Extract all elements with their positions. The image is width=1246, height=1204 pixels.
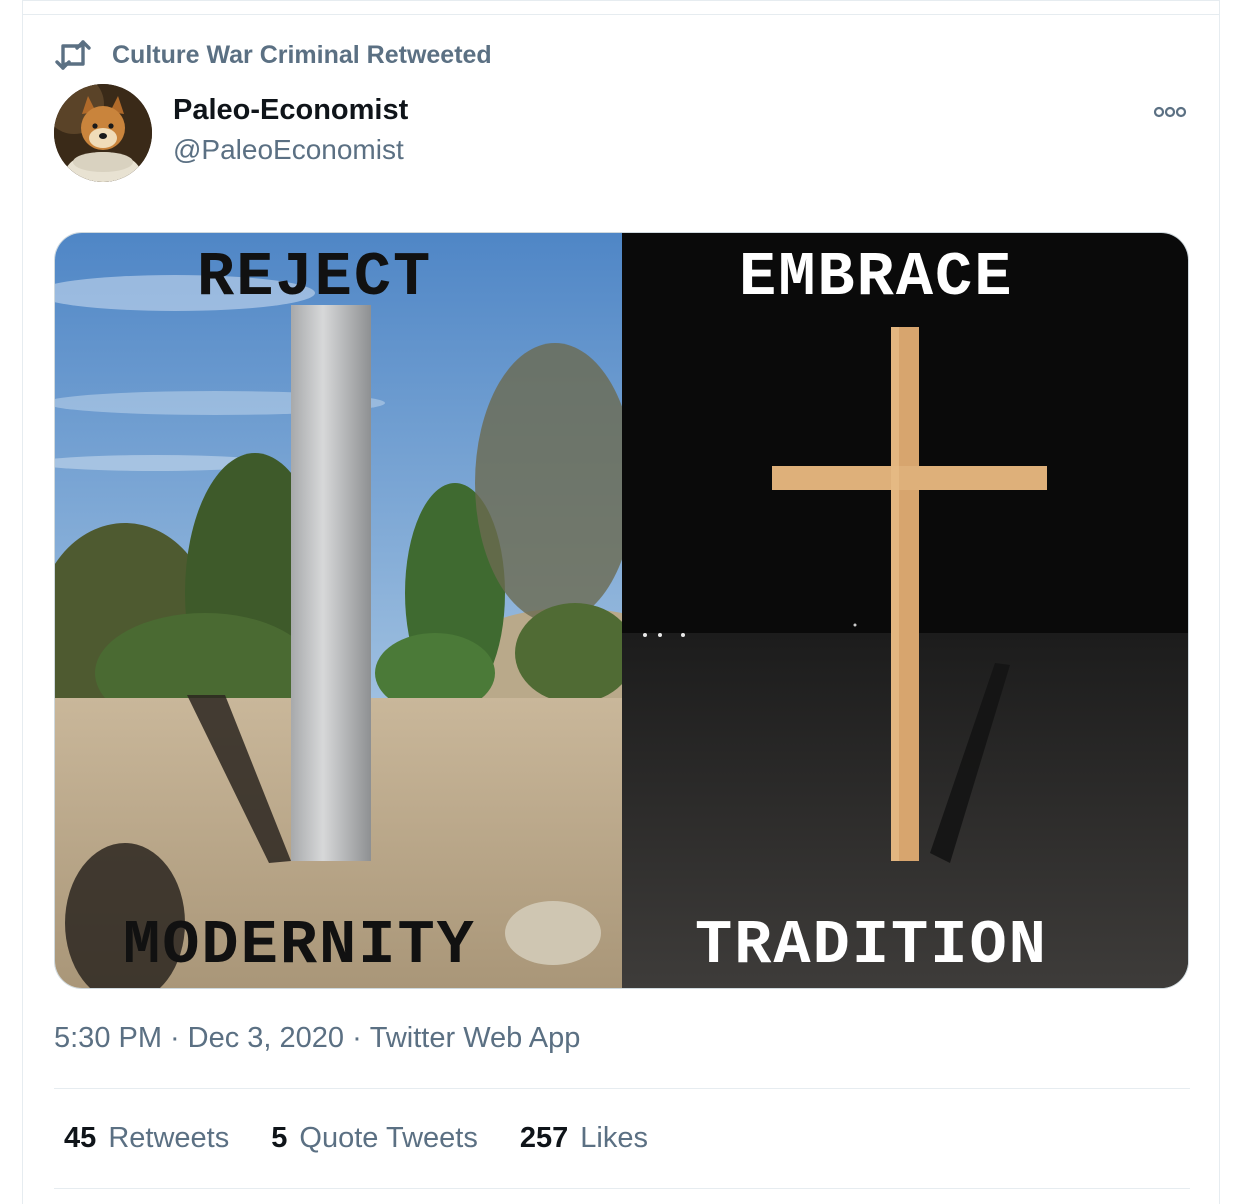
stat-quote-tweets[interactable]: 5 Quote Tweets (271, 1122, 478, 1155)
stat-label: Likes (580, 1122, 648, 1154)
retweet-context[interactable]: Culture War Criminal Retweeted (54, 38, 492, 72)
author-name[interactable]: Paleo-Economist (173, 94, 408, 127)
stat-likes[interactable]: 257 Likes (520, 1122, 648, 1155)
top-divider (22, 14, 1220, 15)
tweet-stats: 45 Retweets 5 Quote Tweets 257 Likes (64, 1122, 690, 1155)
stat-retweets[interactable]: 45 Retweets (64, 1122, 229, 1155)
tweet-time[interactable]: 5:30 PM (54, 1022, 162, 1054)
media-photo (55, 233, 1188, 988)
tweet-meta: 5:30 PM · Dec 3, 2020 · Twitter Web App (54, 1022, 580, 1055)
meta-separator: · (352, 1022, 362, 1054)
tweet-media-image[interactable]: REJECT MODERNITY EMBRACE TRADITION (54, 232, 1189, 989)
tweet-date[interactable]: Dec 3, 2020 (188, 1022, 344, 1054)
author-handle[interactable]: @PaleoEconomist (173, 134, 404, 166)
more-options-icon[interactable] (1150, 100, 1190, 124)
retweet-context-label: Culture War Criminal Retweeted (112, 40, 492, 69)
stat-count: 45 (64, 1122, 97, 1154)
meme-text-modernity: MODERNITY (123, 910, 476, 981)
avatar-image (54, 84, 152, 182)
stats-divider (54, 1188, 1190, 1189)
stat-label: Quote Tweets (299, 1122, 478, 1154)
meme-text-reject: REJECT (197, 242, 433, 313)
stat-label: Retweets (108, 1122, 230, 1154)
retweet-icon (55, 40, 91, 70)
stat-count: 257 (519, 1122, 569, 1154)
meta-divider (54, 1088, 1190, 1089)
meta-separator: · (170, 1022, 180, 1054)
stat-count: 5 (271, 1122, 288, 1154)
meme-text-embrace: EMBRACE (739, 242, 1014, 313)
avatar[interactable] (54, 84, 152, 182)
tweet-source[interactable]: Twitter Web App (370, 1022, 581, 1054)
meme-text-tradition: TRADITION (695, 910, 1048, 981)
